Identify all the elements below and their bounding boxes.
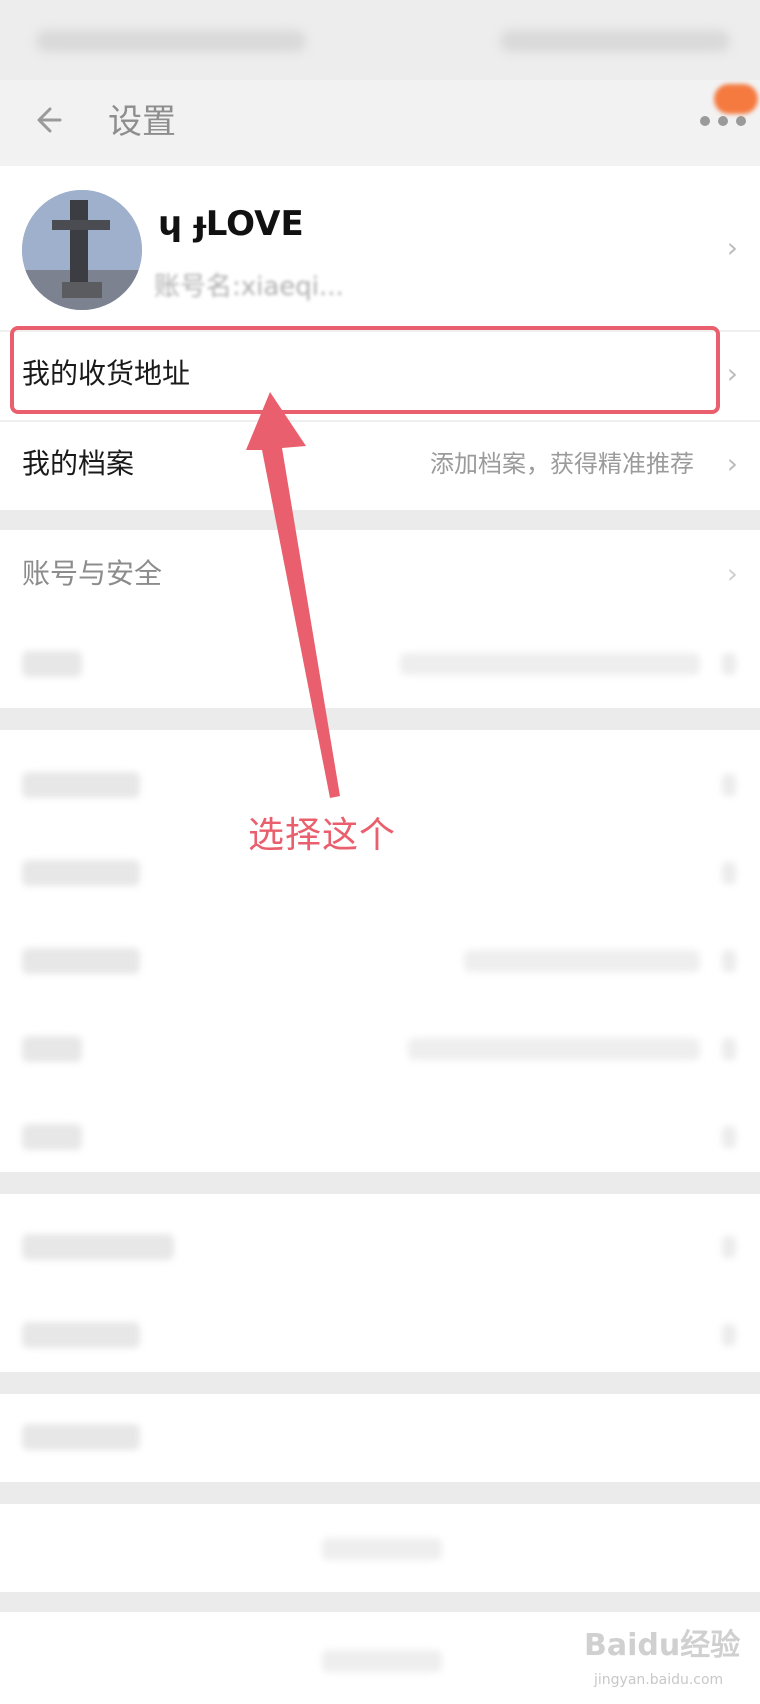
chevron-right-icon: ›: [726, 357, 738, 390]
status-bar-left-blur: [36, 30, 306, 52]
blurred-row: [0, 1394, 760, 1482]
profile-subtitle: 账号名:xiaeqi...: [154, 272, 344, 302]
annotation-label: 选择这个: [248, 815, 397, 856]
back-arrow-icon[interactable]: [30, 98, 74, 142]
avatar-image: [22, 190, 142, 310]
avatar[interactable]: [22, 190, 142, 310]
row-value: 添加档案，获得精准推荐: [430, 450, 694, 478]
row-label: 账号与安全: [22, 557, 163, 590]
status-bar-right-blur: [500, 30, 730, 52]
chevron-right-icon: ›: [726, 447, 738, 480]
settings-row-account-security[interactable]: 账号与安全 ›: [0, 530, 760, 618]
blurred-rows: [0, 730, 760, 1172]
chevron-right-icon: ›: [726, 557, 738, 590]
watermark-url: jingyan.baidu.com: [594, 1672, 724, 1688]
section-gap: [0, 1172, 760, 1194]
notification-badge: [714, 84, 758, 114]
section-gap: [0, 1592, 760, 1612]
section-gap: [0, 1482, 760, 1504]
blurred-row: [0, 620, 760, 708]
blurred-button: [0, 1504, 760, 1592]
status-bar: [0, 0, 760, 80]
chevron-right-icon: ›: [726, 231, 738, 264]
highlight-box: [10, 326, 720, 414]
page-title: 设置: [108, 102, 176, 142]
blurred-rows: [0, 1194, 760, 1372]
profile-name: ɥ ɟLOVE: [158, 204, 304, 244]
row-label: 我的档案: [22, 447, 135, 480]
more-dots-icon[interactable]: [700, 116, 746, 128]
settings-row-archive[interactable]: 我的档案 添加档案，获得精准推荐 ›: [0, 420, 760, 508]
back-arrow-svg: [37, 107, 62, 133]
section-gap: [0, 510, 760, 530]
section-gap: [0, 708, 760, 730]
nav-bar: 设置: [0, 80, 760, 166]
section-gap: [0, 1372, 760, 1394]
watermark: Baidu经验: [584, 1628, 741, 1663]
